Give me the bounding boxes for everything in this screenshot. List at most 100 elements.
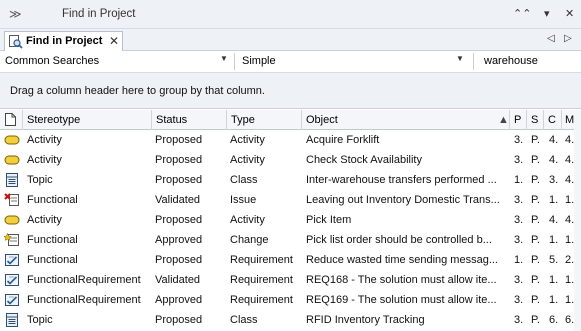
close-window-icon[interactable]: ✕	[565, 7, 574, 20]
cell-m: 4.	[565, 134, 574, 146]
column-header-type[interactable]: Type	[227, 110, 302, 130]
cell-stereotype: Activity	[27, 154, 62, 166]
cell-status: Proposed	[155, 254, 203, 266]
window-title: Find in Project	[62, 8, 136, 20]
cell-c: 5.	[549, 254, 559, 266]
window-menu-icon[interactable]: ▾	[544, 7, 550, 20]
cell-s: P.	[531, 234, 540, 246]
search-type-select[interactable]: Simple ▼	[237, 51, 469, 72]
column-header-p[interactable]: P	[510, 110, 527, 130]
cell-status: Proposed	[155, 154, 203, 166]
tab-strip: Find in Project ✕ ◁ ▷	[0, 29, 581, 52]
change-icon	[3, 232, 20, 247]
cell-m: 1.	[565, 294, 574, 306]
class-icon	[4, 313, 20, 327]
cell-stereotype: Topic	[27, 314, 53, 326]
cell-type: Requirement	[230, 254, 293, 266]
cell-p: 3.	[514, 194, 524, 206]
vertical-scrollbar[interactable]	[574, 110, 581, 331]
table-row[interactable]: Functional Validated Issue Leaving out Inve…	[0, 190, 581, 210]
issue-icon	[4, 193, 20, 207]
table-row[interactable]: Functional Proposed Requirement Reduce wast…	[0, 250, 581, 270]
column-header-m[interactable]: M	[562, 110, 574, 130]
cell-type: Activity	[230, 214, 265, 226]
activity-icon	[4, 153, 20, 167]
cell-object: Leaving out Inventory Domestic Trans...	[306, 194, 500, 206]
cell-type: Class	[230, 314, 258, 326]
cell-c: 1.	[549, 294, 559, 306]
cell-p: 1.	[514, 174, 524, 186]
group-by-area[interactable]: Drag a column header here to group by th…	[0, 73, 581, 109]
column-header-object[interactable]: Object ▲	[302, 110, 510, 130]
cell-m: 6.	[565, 314, 574, 326]
requirement-icon	[4, 273, 20, 287]
cell-object: REQ169 - The solution must allow ite...	[306, 294, 497, 306]
cell-m: 1.	[565, 194, 574, 206]
chevron-down-icon[interactable]: ▼	[220, 54, 228, 63]
cell-p: 3.	[514, 154, 524, 166]
cell-stereotype: Functional	[27, 194, 78, 206]
divider	[234, 53, 235, 70]
class-icon	[4, 173, 20, 187]
sort-ascending-icon: ▲	[498, 114, 509, 126]
cell-stereotype: Activity	[27, 214, 62, 226]
table-row[interactable]: Topic Proposed Class Inter-warehouse transf…	[0, 170, 581, 190]
cell-m: 4.	[565, 214, 574, 226]
group-by-hint: Drag a column header here to group by th…	[10, 85, 265, 97]
cell-status: Validated	[155, 274, 201, 286]
cell-type: Issue	[230, 194, 257, 206]
column-header-s[interactable]: S	[527, 110, 544, 130]
tab-scroll-right-icon[interactable]: ▷	[564, 33, 572, 44]
cell-p: 3.	[514, 214, 524, 226]
search-term-value: warehouse	[484, 55, 538, 67]
table-row[interactable]: Functional Approved Change Pick list order …	[0, 230, 581, 250]
tab-find-in-project[interactable]: Find in Project ✕	[4, 31, 123, 52]
column-header-stereotype[interactable]: Stereotype	[23, 110, 152, 130]
search-category-select[interactable]: Common Searches ▼	[0, 51, 232, 72]
cell-type: Activity	[230, 154, 265, 166]
tab-close-icon[interactable]: ✕	[109, 34, 119, 48]
cell-m: 1.	[565, 234, 574, 246]
find-in-project-icon	[9, 35, 23, 49]
column-header-status[interactable]: Status	[152, 110, 227, 130]
table-row[interactable]: FunctionalRequirement Validated Requiremen…	[0, 270, 581, 290]
cell-m: 1.	[565, 274, 574, 286]
tab-scroll-left-icon[interactable]: ◁	[547, 33, 555, 44]
cell-stereotype: Topic	[27, 174, 53, 186]
table-row[interactable]: Activity Proposed Activity Check Stock Avai…	[0, 150, 581, 170]
table-row[interactable]: Activity Proposed Activity Pick Item 3. P. 4. 4…	[0, 210, 581, 230]
table-row[interactable]: Activity Proposed Activity Acquire Forklift…	[0, 130, 581, 150]
cell-status: Proposed	[155, 314, 203, 326]
cell-c: 1.	[549, 234, 559, 246]
cell-p: 3.	[514, 274, 524, 286]
cell-c: 4.	[549, 214, 559, 226]
cell-type: Requirement	[230, 294, 293, 306]
column-header-c[interactable]: C	[544, 110, 562, 130]
tab-label: Find in Project	[26, 35, 103, 47]
minimize-up-icon[interactable]: ⌃⌃	[513, 7, 531, 20]
cell-p: 3.	[514, 134, 524, 146]
cell-status: Proposed	[155, 174, 203, 186]
cell-stereotype: FunctionalRequirement	[27, 294, 141, 306]
search-term-input[interactable]: warehouse	[476, 51, 581, 72]
cell-m: 4.	[565, 174, 574, 186]
cell-type: Class	[230, 174, 258, 186]
column-header-icon[interactable]	[0, 110, 23, 130]
cell-status: Approved	[155, 294, 203, 306]
cell-type: Change	[230, 234, 269, 246]
cell-p: 3.	[514, 314, 524, 326]
document-icon	[5, 113, 16, 126]
search-type-value: Simple	[242, 55, 276, 67]
cell-status: Approved	[155, 234, 203, 246]
cell-status: Proposed	[155, 214, 203, 226]
chevron-down-icon[interactable]: ▼	[456, 54, 464, 63]
cell-c: 3.	[549, 174, 559, 186]
cell-stereotype: Activity	[27, 134, 62, 146]
table-row[interactable]: Topic Proposed Class RFID Inventory Trackin…	[0, 310, 581, 330]
requirement-icon	[4, 253, 20, 267]
table-row[interactable]: FunctionalRequirement Approved Requirement…	[0, 290, 581, 310]
cell-p: 1.	[514, 254, 524, 266]
collapse-panel-icon[interactable]: ≫	[9, 7, 21, 21]
cell-c: 4.	[549, 154, 559, 166]
cell-status: Proposed	[155, 134, 203, 146]
